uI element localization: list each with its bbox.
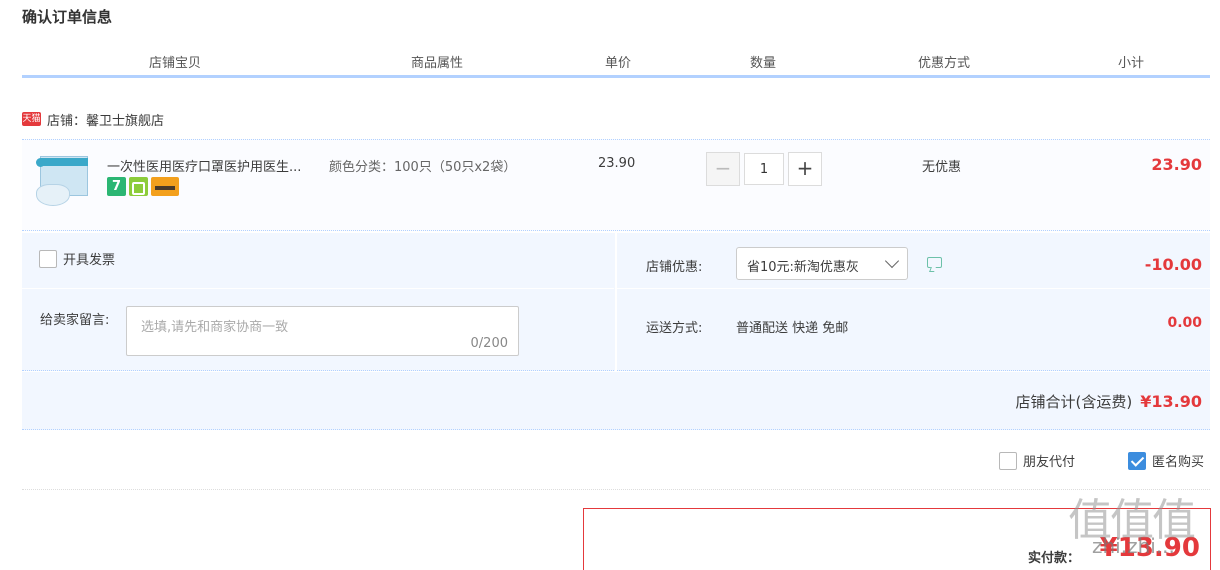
invoice-label: 开具发票 (63, 253, 116, 268)
discount-method: 无优惠 (922, 160, 962, 175)
invoice-checkbox[interactable] (39, 249, 57, 268)
order-options-panel: 开具发票 给卖家留言: 选填,请先和商家协商一致 0/200 店铺优惠: 省10… (22, 233, 1210, 371)
message-placeholder: 选填,请先和商家协商一致 (141, 320, 289, 335)
divider (22, 489, 1210, 490)
product-attribute: 颜色分类：100只（50只x2袋） (329, 160, 517, 175)
shop-total-label: 店铺合计(含运费) (1015, 393, 1133, 411)
quantity-stepper: − + (706, 152, 822, 186)
actual-payment-label: 实付款： (1028, 551, 1081, 566)
mask-image (36, 184, 70, 206)
anonymous-purchase-label: 匿名购买 (1152, 455, 1205, 470)
thumbnail-dot-shape (36, 158, 45, 167)
chat-icon[interactable] (927, 257, 942, 268)
shop-name[interactable]: 店铺：馨卫士旗舰店 (47, 110, 164, 129)
shop-discount-label: 店铺优惠: (646, 260, 703, 275)
shop-row: 天猫 店铺：馨卫士旗舰店 (22, 108, 164, 130)
order-item-row: 一次性医用医疗口罩医护用医生... 7 颜色分类：100只（50只x2袋） 23… (22, 139, 1210, 231)
payment-summary-box: 实付款： ¥13.90 (583, 508, 1211, 570)
shop-discount-selected-value: 省10元:新淘优惠灰 (747, 260, 859, 275)
anonymous-purchase-option[interactable]: 匿名购买 (1128, 451, 1204, 470)
tmall-icon: 天猫 (22, 112, 41, 126)
shop-total: 店铺合计(含运费) ¥13.90 (1016, 391, 1202, 412)
guarantee-icon (129, 177, 148, 196)
options-left-column: 开具发票 给卖家留言: 选填,请先和商家协商一致 0/200 (22, 233, 614, 371)
friend-pay-option[interactable]: 朋友代付 (999, 451, 1075, 470)
divider (617, 288, 1210, 289)
friend-pay-label: 朋友代付 (1023, 455, 1076, 470)
table-header: 店铺宝贝 商品属性 单价 数量 优惠方式 小计 (22, 52, 1210, 78)
service-badges: 7 (107, 177, 179, 196)
quantity-increase-button[interactable]: + (788, 152, 822, 186)
shop-discount-amount: -10.00 (1144, 255, 1202, 274)
shipping-method: 普通配送 快递 免邮 (736, 321, 849, 336)
invoice-option[interactable]: 开具发票 (39, 249, 115, 268)
divider (22, 288, 614, 289)
seven-day-return-icon: 7 (107, 177, 126, 196)
chevron-down-icon (884, 253, 900, 269)
product-thumbnail[interactable] (36, 152, 92, 210)
quantity-decrease-button[interactable]: − (706, 152, 740, 186)
shop-total-amount: ¥13.90 (1140, 392, 1202, 411)
item-subtotal: 23.90 (1151, 155, 1202, 174)
quantity-input[interactable] (744, 153, 784, 185)
message-label: 给卖家留言: (40, 313, 110, 328)
message-char-count: 0/200 (470, 336, 508, 351)
page-title: 确认订单信息 (22, 8, 113, 26)
column-divider (615, 233, 617, 371)
shop-discount-select[interactable]: 省10元:新淘优惠灰 (736, 247, 908, 280)
extra-options: 朋友代付 匿名购买 (22, 448, 1210, 476)
actual-payment-amount: ¥13.90 (1099, 533, 1200, 563)
seller-message-textarea[interactable]: 选填,请先和商家协商一致 0/200 (126, 306, 519, 356)
header-underline (22, 75, 1210, 78)
shipping-label: 运送方式: (646, 321, 703, 336)
shipping-amount: 0.00 (1167, 315, 1202, 331)
friend-pay-checkbox[interactable] (999, 451, 1017, 470)
anonymous-purchase-checkbox[interactable] (1128, 451, 1146, 470)
product-title[interactable]: 一次性医用医疗口罩医护用医生... (107, 156, 327, 175)
credit-card-icon (151, 177, 179, 196)
unit-price: 23.90 (598, 156, 636, 171)
shop-total-row: 店铺合计(含运费) ¥13.90 (22, 372, 1210, 430)
thumbnail-band-shape (40, 158, 88, 166)
